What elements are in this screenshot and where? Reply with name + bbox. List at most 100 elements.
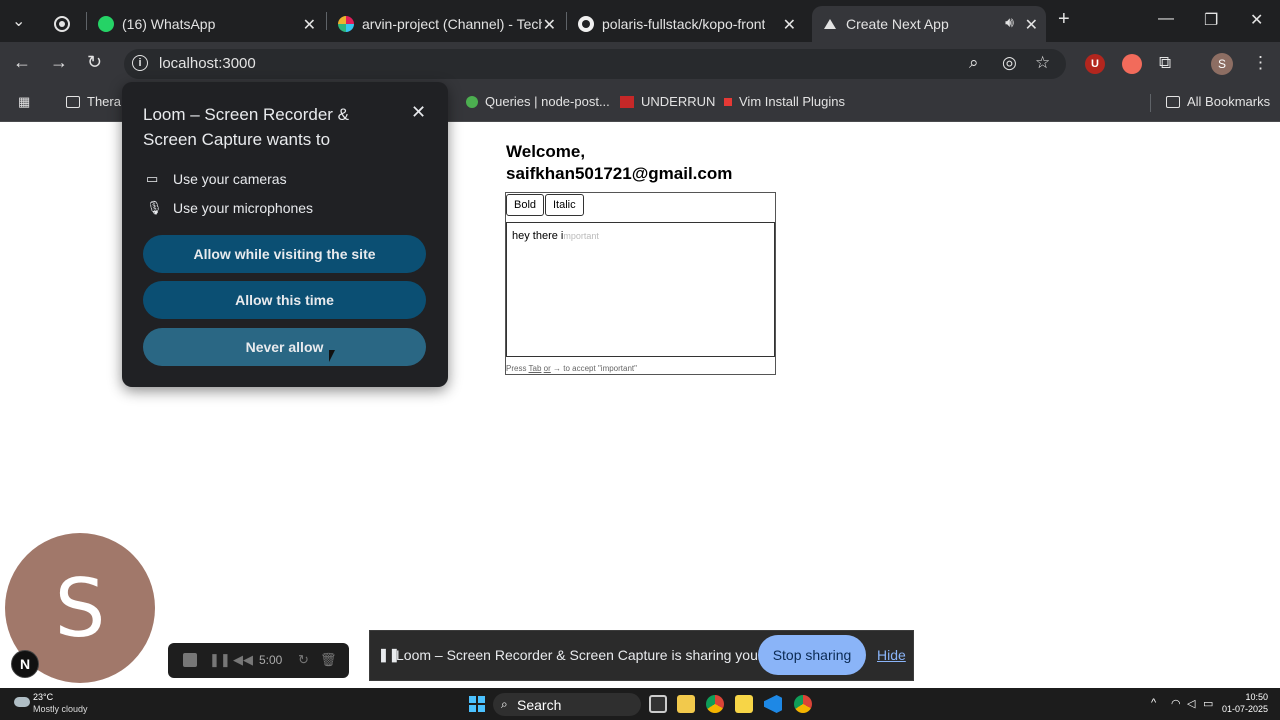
chrome-icon[interactable] [706, 695, 724, 713]
zoom-icon[interactable]: ⌕ [969, 53, 979, 73]
loom-extension-icon[interactable] [1122, 54, 1142, 74]
file-explorer-icon[interactable] [677, 695, 695, 713]
bold-button[interactable]: Bold [506, 194, 545, 216]
task-view-icon[interactable] [649, 695, 667, 713]
tab-slack[interactable]: arvin-project (Channel) - TechFi ✕ [328, 6, 564, 42]
weather-condition[interactable]: Mostly cloudy [33, 704, 88, 714]
apps-grid-icon[interactable]: ▦ [18, 94, 30, 110]
notification-badge[interactable]: N [11, 650, 39, 678]
bookmark-vim-plugins[interactable]: Vim Install Plugins [724, 94, 845, 109]
close-tab-icon[interactable]: ✕ [1025, 15, 1038, 35]
minimize-icon[interactable]: — [1158, 10, 1174, 28]
volume-icon[interactable]: ◁ [1187, 697, 1195, 710]
whatsapp-icon [98, 16, 114, 32]
clock-date[interactable]: 01-07-2025 [1218, 704, 1268, 714]
folder-icon [66, 95, 80, 108]
camera-icon: ▭ [146, 171, 159, 186]
forward-icon[interactable]: → [50, 52, 68, 73]
eye-slash-icon[interactable]: ◎ [1002, 53, 1017, 73]
all-bookmarks[interactable]: All Bookmarks [1166, 94, 1270, 109]
italic-button[interactable]: Italic [545, 194, 584, 216]
hint-accept: to accept "important" [563, 364, 637, 373]
site-info-icon[interactable]: i [132, 55, 148, 71]
profile-initial: S [1217, 57, 1226, 71]
search-label: Search [517, 696, 562, 713]
hint-tab-key: Tab [528, 364, 542, 373]
bookmark-label: Queries | node-post... [485, 94, 610, 109]
bookmark-queries[interactable]: Queries | node-post... [466, 94, 610, 109]
tab-search-chevron-icon[interactable]: ⌄ [12, 11, 25, 31]
slack-icon [338, 16, 354, 32]
new-tab-icon[interactable]: + [1058, 8, 1070, 31]
profile-avatar[interactable]: S [1211, 53, 1233, 75]
audio-playing-icon[interactable]: 🔊︎ [1005, 14, 1014, 31]
tray-chevron-icon[interactable]: ^ [1151, 697, 1156, 709]
hide-link[interactable]: Hide [877, 647, 906, 663]
weather-temperature[interactable]: 23°C [33, 692, 53, 702]
close-tab-icon[interactable]: ✕ [783, 15, 796, 35]
wifi-icon[interactable]: ◠ [1171, 697, 1181, 710]
allow-while-visiting-button[interactable]: Allow while visiting the site [143, 235, 426, 273]
avatar-initial: S [54, 561, 106, 655]
hint-press: Press [506, 364, 527, 373]
address-bar[interactable] [124, 49, 1066, 79]
restore-icon[interactable]: ❐ [1204, 10, 1218, 30]
clock-time[interactable]: 10:50 [1228, 692, 1268, 702]
permission-camera: ▭ Use your cameras [146, 171, 287, 187]
editor-content[interactable]: hey there important [512, 230, 599, 242]
bookmark-label: All Bookmarks [1187, 94, 1271, 109]
delete-trash-icon[interactable]: 🗑︎ [320, 652, 337, 668]
permission-title: Loom – Screen Recorder & Screen Capture … [143, 105, 349, 149]
permission-label: Use your microphones [173, 200, 314, 216]
autocomplete-hint: Press Tab or → to accept "important" [506, 364, 637, 373]
bookmark-label: Vim Install Plugins [739, 94, 845, 109]
tab-title: arvin-project (Channel) - TechFi [362, 16, 542, 32]
bookmark-folder-thera[interactable]: Thera [66, 94, 121, 109]
menu-kebab-icon[interactable]: ⋮ [1252, 53, 1269, 73]
bookmark-star-icon[interactable]: ☆ [1035, 53, 1050, 73]
permission-microphone: 🎙︎ Use your microphones [146, 200, 313, 216]
allow-this-time-button[interactable]: Allow this time [143, 281, 426, 319]
chrome-profile-icon[interactable] [794, 695, 812, 713]
hint-or: or [543, 364, 551, 373]
close-popup-icon[interactable]: ✕ [411, 102, 426, 123]
stop-sharing-button[interactable]: Stop sharing [758, 635, 866, 675]
address-url[interactable]: localhost:3000 [159, 55, 256, 72]
tab-whatsapp[interactable]: (16) WhatsApp ✕ [88, 6, 324, 42]
weather-cloud-icon[interactable] [14, 693, 30, 707]
record-icon [54, 16, 70, 32]
restart-icon[interactable]: ↻ [298, 652, 309, 668]
tab-create-next-app[interactable]: Create Next App 🔊︎ ✕ [812, 6, 1046, 42]
pinned-tab-record[interactable] [44, 6, 80, 42]
taskbar-search[interactable]: Search [493, 693, 641, 716]
recording-timer: 5:00 [259, 653, 283, 667]
tab-title: Create Next App [846, 16, 949, 32]
folder-icon [1166, 95, 1180, 108]
postgres-icon [466, 95, 478, 108]
close-window-icon[interactable]: ✕ [1250, 10, 1263, 30]
tab-separator [86, 12, 87, 30]
never-allow-button[interactable]: Never allow [143, 328, 426, 366]
stop-recording-icon[interactable] [183, 652, 197, 667]
sticky-notes-icon[interactable] [735, 695, 753, 713]
start-windows-icon[interactable] [469, 696, 485, 712]
battery-icon[interactable]: ▭ [1203, 697, 1213, 710]
bookmark-underrun[interactable]: UNDERRUN [620, 94, 715, 109]
search-icon: ⌕ [501, 697, 508, 711]
extensions-puzzle-icon[interactable]: ⧉ [1159, 53, 1171, 73]
close-tab-icon[interactable]: ✕ [543, 15, 556, 35]
tab-github[interactable]: polaris-fullstack/kopo-front ✕ [568, 6, 804, 42]
ublock-extension-icon[interactable]: U [1085, 54, 1105, 74]
tab-separator [326, 12, 327, 30]
back-icon[interactable]: ← [13, 52, 31, 73]
hint-arrow-key: → [553, 364, 562, 373]
close-tab-icon[interactable]: ✕ [303, 15, 316, 35]
bookmark-divider [1150, 94, 1151, 112]
editor-textarea[interactable] [506, 222, 775, 357]
extension-label: U [1091, 58, 1099, 70]
reload-icon[interactable]: ↻ [87, 52, 102, 73]
pause-icon[interactable]: ❚❚ [209, 652, 231, 668]
mouse-cursor-icon [329, 350, 335, 362]
rewind-icon[interactable]: ◀◀ [233, 652, 253, 668]
bookmark-label: Thera [87, 94, 121, 109]
